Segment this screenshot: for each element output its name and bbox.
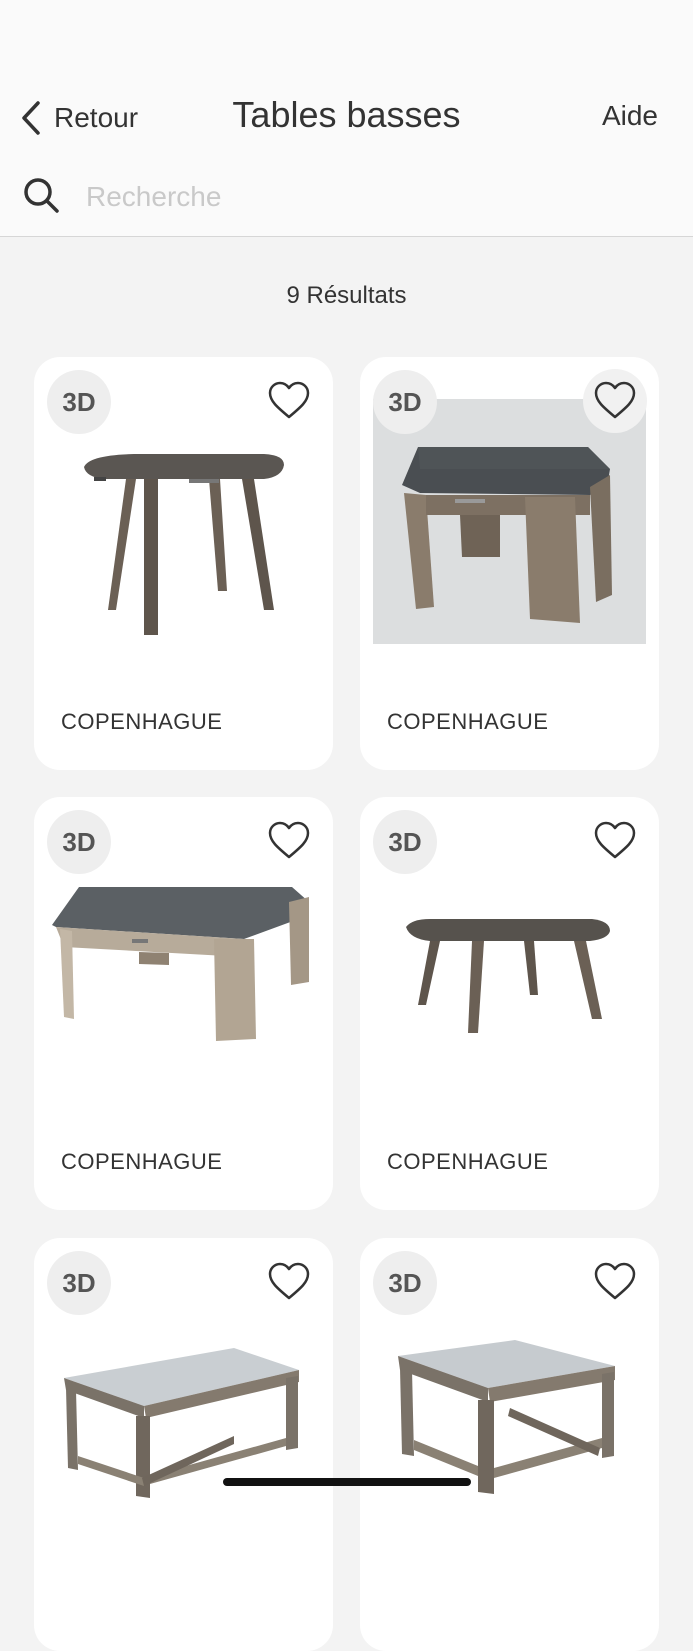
product-name: COPENHAGUE bbox=[61, 1149, 223, 1174]
3d-badge: 3D bbox=[373, 810, 437, 874]
heart-outline-icon[interactable] bbox=[593, 1260, 637, 1304]
product-image bbox=[64, 1348, 299, 1498]
3d-badge: 3D bbox=[47, 810, 111, 874]
3d-badge: 3D bbox=[47, 370, 111, 434]
product-card[interactable]: 3D COPENHAGUE bbox=[360, 797, 659, 1210]
home-indicator bbox=[223, 1478, 471, 1486]
help-link[interactable]: Aide bbox=[602, 100, 658, 132]
product-name: COPENHAGUE bbox=[387, 709, 549, 734]
search-bar bbox=[22, 174, 662, 220]
heart-outline-icon[interactable] bbox=[267, 1260, 311, 1304]
product-image bbox=[398, 1340, 615, 1494]
product-image bbox=[402, 447, 612, 623]
search-input[interactable] bbox=[86, 181, 646, 213]
results-count: 9 Résultats bbox=[286, 282, 407, 309]
heart-outline-icon[interactable] bbox=[593, 819, 637, 863]
product-image bbox=[52, 887, 309, 1041]
search-icon[interactable] bbox=[22, 176, 60, 219]
product-name: COPENHAGUE bbox=[387, 1149, 549, 1174]
product-name: COPENHAGUE bbox=[61, 709, 223, 734]
product-card[interactable]: 3D COPENHAGUE bbox=[34, 357, 333, 770]
product-image bbox=[406, 919, 610, 1033]
product-card[interactable]: 3D bbox=[360, 1238, 659, 1651]
product-image bbox=[84, 454, 284, 635]
product-card[interactable]: 3D COPENHAGUE bbox=[34, 797, 333, 1210]
3d-badge: 3D bbox=[373, 1251, 437, 1315]
heart-outline-icon[interactable] bbox=[267, 379, 311, 423]
product-card[interactable]: 3D COPENHAGUE bbox=[360, 357, 659, 770]
top-navigation-bar: Retour Tables basses Aide bbox=[0, 0, 693, 237]
page-title: Tables basses bbox=[232, 94, 461, 135]
heart-outline-icon[interactable] bbox=[267, 819, 311, 863]
3d-badge: 3D bbox=[47, 1251, 111, 1315]
heart-outline-icon[interactable] bbox=[593, 379, 637, 423]
product-card[interactable]: 3D bbox=[34, 1238, 333, 1651]
3d-badge: 3D bbox=[373, 370, 437, 434]
